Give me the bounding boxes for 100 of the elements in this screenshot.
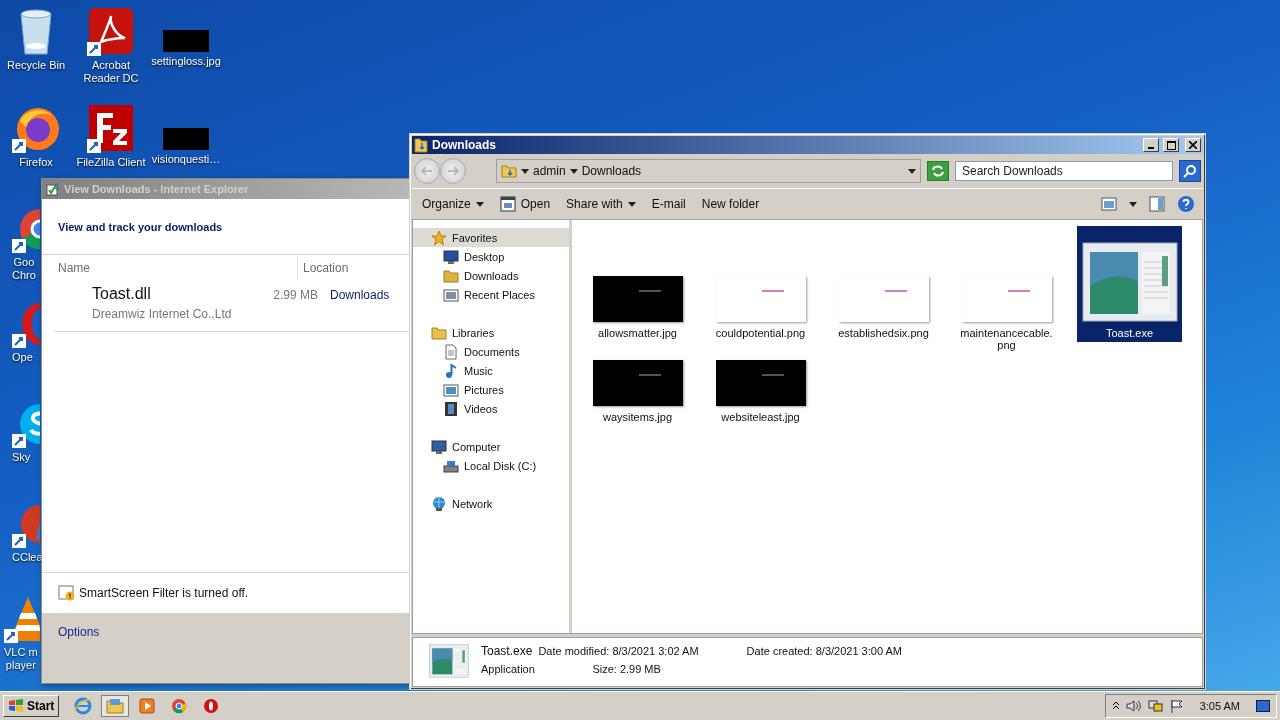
maximize-button[interactable] [1163,138,1179,152]
desktop-icon-label[interactable]: Acrobat Reader DC [75,59,147,85]
star-icon [431,229,447,246]
picture-icon [443,286,459,303]
picture-icon [443,381,459,398]
file-item[interactable]: establishedsix.png [831,226,936,342]
start-button[interactable]: Start [3,695,60,717]
close-button[interactable] [1185,138,1201,152]
windows-flag-icon [8,699,24,713]
dropdown-arrow-icon [908,168,916,174]
column-header[interactable]: Location [298,261,408,275]
taskbar-app-button[interactable] [101,695,130,717]
firefox-icon[interactable] [12,105,60,153]
toolbar-button[interactable]: Organize [416,194,490,214]
file-item[interactable]: waysitems.jpg [585,354,690,426]
window-icon [499,196,516,212]
chrome-icon [171,698,188,714]
monitor-icon [431,438,447,455]
nav-item[interactable]: Music [413,361,569,380]
smartscreen-status: SmartScreen Filter is turned off. [79,586,249,600]
refresh-button[interactable] [927,161,949,181]
globe-icon [431,495,447,512]
file-item[interactable]: allowsmatter.jpg [585,226,690,342]
nav-item[interactable]: Favorites [413,228,569,247]
window-title: View Downloads - Internet Explorer [64,183,249,195]
file-item[interactable]: websiteleast.jpg [708,354,813,426]
detail-field: Date modified: 8/3/2021 3:02 AM [538,645,747,657]
search-icon [1183,164,1197,178]
column-header[interactable]: Name [42,261,297,275]
dropdown-arrow-icon [1129,201,1137,207]
desktop-icon-label[interactable]: Ope [12,351,33,364]
desktop-icon-label[interactable]: Goo Chro [12,256,36,282]
desktop-icon-label[interactable]: settingloss.jpg [151,55,221,68]
document-icon [443,343,459,360]
minimize-button[interactable] [1143,138,1159,152]
search-button[interactable] [1179,160,1201,182]
toolbar-button[interactable]: New folder [695,194,766,214]
maximize-icon [1166,140,1176,150]
close-icon [1189,141,1197,149]
speaker-icon[interactable] [1125,699,1142,713]
acrobat-icon[interactable] [87,8,135,56]
nav-item[interactable]: Recent Places [413,285,569,304]
file-item[interactable]: Toast.exe [1077,226,1182,342]
help-icon [1177,195,1195,213]
file-item[interactable]: couldpotential.png [708,226,813,342]
nav-item[interactable]: Downloads [413,266,569,285]
dropdown-arrow-icon [521,168,529,174]
options-link[interactable]: Options [58,625,100,639]
folder-icon [431,324,447,341]
desktop-icon-label[interactable]: FileZilla Client [76,156,146,169]
media-player-icon [138,697,157,715]
desktop-icon-label[interactable]: visionquesti… [151,153,221,166]
refresh-icon [931,165,945,177]
dropdown-arrow-icon [569,168,578,174]
address-bar[interactable]: admin Downloads [496,159,921,183]
opera-icon [203,698,220,714]
film-icon [443,400,459,417]
show-desktop-icon[interactable] [1256,700,1270,712]
picture-icon [1101,197,1117,211]
folder-icon [106,697,125,715]
breadcrumb-item[interactable]: admin [533,164,566,178]
folder-icon [501,163,517,179]
clock[interactable]: 3:05 AM [1189,700,1250,712]
internet-explorer-icon [74,697,93,715]
location-link[interactable]: Downloads [318,288,408,302]
nav-item[interactable]: Computer [413,437,569,456]
nav-item[interactable]: Network [413,494,569,513]
toolbar-button[interactable]: E-mail [645,194,692,214]
desktop-icon-label[interactable]: Firefox [19,156,53,169]
flag-icon[interactable] [1169,699,1184,713]
nav-item[interactable]: Pictures [413,380,569,399]
dropdown-arrow-icon [475,201,484,207]
nav-item[interactable]: Local Disk (C:) [413,456,569,475]
desktop-icon-label[interactable]: VLC m player [4,646,38,672]
breadcrumb-item[interactable]: Downloads [581,164,642,178]
application-icon [429,644,469,678]
pane-icon [1149,196,1165,212]
file-item[interactable]: maintenancecable.png [954,226,1059,354]
toolbar-button[interactable]: Share with [560,194,642,214]
filezilla-icon[interactable] [87,105,135,153]
nav-item[interactable]: Libraries [413,323,569,342]
nav-item[interactable]: Documents [413,342,569,361]
application-icon [1081,242,1178,322]
desktop-icon-label[interactable]: Recycle Bin [6,59,66,72]
search-field[interactable]: Search Downloads [955,161,1173,181]
forward-arrow-icon [447,166,459,176]
desktop-icon-label[interactable]: Sky [12,451,31,464]
shield-warning-icon [58,585,76,601]
nav-item[interactable]: Videos [413,399,569,418]
folder-icon [414,137,428,153]
download-icon [46,182,60,196]
file-name: Toast.exe [481,644,534,658]
network-icon[interactable] [1147,699,1164,713]
toolbar-button[interactable]: Open [493,193,557,215]
file-type: Application [481,663,536,675]
dropdown-arrow-icon [627,201,636,207]
detail-field: Size: 2.99 MB [538,663,747,675]
chevron-up-icon[interactable] [1111,701,1120,711]
publisher: Dreamwiz Internet Co.,Ltd [92,306,233,321]
nav-item[interactable]: Desktop [413,247,569,266]
